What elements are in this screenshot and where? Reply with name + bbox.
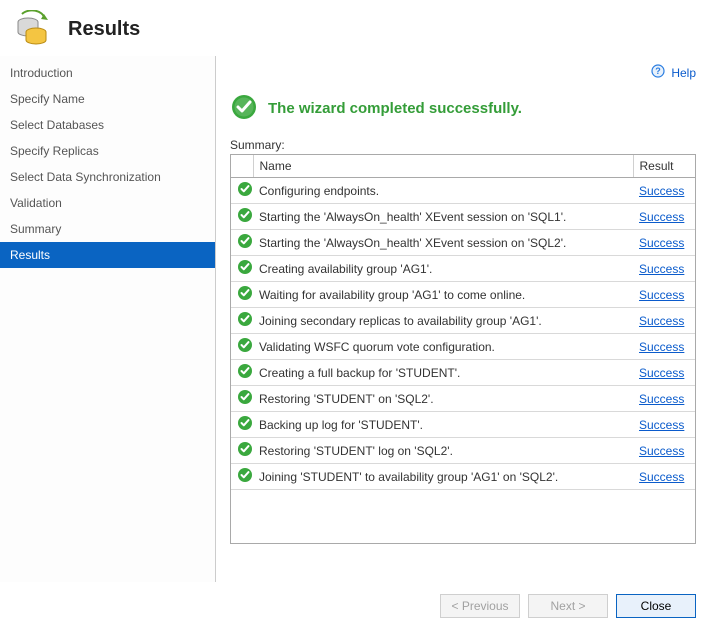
table-row: Creating availability group 'AG1'. Succes… [231, 256, 695, 282]
row-name: Waiting for availability group 'AG1' to … [253, 282, 633, 308]
result-link[interactable]: Success [639, 392, 684, 406]
status-message: The wizard completed successfully. [268, 100, 522, 117]
row-name: Joining 'STUDENT' to availability group … [253, 464, 633, 490]
wizard-window: Results IntroductionSpecify NameSelect D… [0, 0, 710, 632]
table-row: Starting the 'AlwaysOn_health' XEvent se… [231, 204, 695, 230]
success-check-small-icon [231, 412, 253, 438]
result-link[interactable]: Success [639, 366, 684, 380]
row-result: Success [633, 308, 695, 334]
table-row: Joining 'STUDENT' to availability group … [231, 464, 695, 490]
success-check-small-icon [231, 334, 253, 360]
row-name: Backing up log for 'STUDENT'. [253, 412, 633, 438]
header: Results [0, 0, 710, 56]
sidebar-item-introduction[interactable]: Introduction [0, 60, 215, 86]
result-link[interactable]: Success [639, 184, 684, 198]
result-link[interactable]: Success [639, 262, 684, 276]
row-result: Success [633, 438, 695, 464]
row-result: Success [633, 256, 695, 282]
table-row: Creating a full backup for 'STUDENT'. Suc… [231, 360, 695, 386]
help-link[interactable]: Help [671, 66, 696, 80]
row-result: Success [633, 360, 695, 386]
result-link[interactable]: Success [639, 314, 684, 328]
success-check-small-icon [231, 230, 253, 256]
row-result: Success [633, 204, 695, 230]
summary-table: Name Result Configuring endpoints. Succes… [231, 155, 695, 490]
row-name: Configuring endpoints. [253, 178, 633, 204]
row-name: Validating WSFC quorum vote configuratio… [253, 334, 633, 360]
row-result: Success [633, 386, 695, 412]
database-sync-icon [14, 10, 52, 48]
row-result: Success [633, 412, 695, 438]
success-check-small-icon [231, 464, 253, 490]
result-link[interactable]: Success [639, 236, 684, 250]
footer: < Previous Next > Close [0, 582, 710, 632]
table-row: Starting the 'AlwaysOn_health' XEvent se… [231, 230, 695, 256]
row-result: Success [633, 230, 695, 256]
sidebar-item-select-databases[interactable]: Select Databases [0, 112, 215, 138]
column-header-icon[interactable] [231, 155, 253, 178]
sidebar-item-specify-replicas[interactable]: Specify Replicas [0, 138, 215, 164]
help-icon: ? [651, 64, 665, 81]
sidebar-item-select-data-synchronization[interactable]: Select Data Synchronization [0, 164, 215, 190]
table-row: Restoring 'STUDENT' log on 'SQL2'. Succes… [231, 438, 695, 464]
close-button[interactable]: Close [616, 594, 696, 618]
previous-button: < Previous [440, 594, 520, 618]
result-link[interactable]: Success [639, 210, 684, 224]
table-row: Waiting for availability group 'AG1' to … [231, 282, 695, 308]
success-check-small-icon [231, 386, 253, 412]
success-check-small-icon [231, 438, 253, 464]
row-name: Starting the 'AlwaysOn_health' XEvent se… [253, 230, 633, 256]
result-link[interactable]: Success [639, 418, 684, 432]
status-row: The wizard completed successfully. [230, 87, 696, 138]
result-link[interactable]: Success [639, 444, 684, 458]
column-header-name[interactable]: Name [253, 155, 633, 178]
sidebar: IntroductionSpecify NameSelect Databases… [0, 56, 216, 582]
row-name: Restoring 'STUDENT' log on 'SQL2'. [253, 438, 633, 464]
success-check-small-icon [231, 178, 253, 204]
row-name: Creating availability group 'AG1'. [253, 256, 633, 282]
result-link[interactable]: Success [639, 340, 684, 354]
page-title: Results [68, 18, 140, 41]
success-check-small-icon [231, 282, 253, 308]
sidebar-item-results[interactable]: Results [0, 242, 215, 268]
table-row: Restoring 'STUDENT' on 'SQL2'. Success [231, 386, 695, 412]
row-name: Restoring 'STUDENT' on 'SQL2'. [253, 386, 633, 412]
row-result: Success [633, 334, 695, 360]
success-check-small-icon [231, 360, 253, 386]
help-row: ? Help [230, 64, 696, 87]
column-header-result[interactable]: Result [633, 155, 695, 178]
svg-text:?: ? [656, 66, 662, 76]
sidebar-item-summary[interactable]: Summary [0, 216, 215, 242]
row-name: Starting the 'AlwaysOn_health' XEvent se… [253, 204, 633, 230]
sidebar-item-validation[interactable]: Validation [0, 190, 215, 216]
success-check-small-icon [231, 308, 253, 334]
table-row: Validating WSFC quorum vote configuratio… [231, 334, 695, 360]
row-result: Success [633, 178, 695, 204]
table-row: Configuring endpoints. Success [231, 178, 695, 204]
success-check-small-icon [231, 204, 253, 230]
table-row: Backing up log for 'STUDENT'. Success [231, 412, 695, 438]
summary-label: Summary: [230, 138, 696, 154]
table-row: Joining secondary replicas to availabili… [231, 308, 695, 334]
body: IntroductionSpecify NameSelect Databases… [0, 56, 710, 582]
result-link[interactable]: Success [639, 288, 684, 302]
sidebar-item-specify-name[interactable]: Specify Name [0, 86, 215, 112]
success-check-small-icon [231, 256, 253, 282]
row-result: Success [633, 282, 695, 308]
result-link[interactable]: Success [639, 470, 684, 484]
summary-table-container: Name Result Configuring endpoints. Succes… [230, 154, 696, 544]
table-header-row: Name Result [231, 155, 695, 178]
row-name: Creating a full backup for 'STUDENT'. [253, 360, 633, 386]
row-result: Success [633, 464, 695, 490]
main-panel: ? Help The wizard completed successfully… [216, 56, 710, 582]
next-button: Next > [528, 594, 608, 618]
row-name: Joining secondary replicas to availabili… [253, 308, 633, 334]
success-check-large-icon [230, 93, 258, 124]
